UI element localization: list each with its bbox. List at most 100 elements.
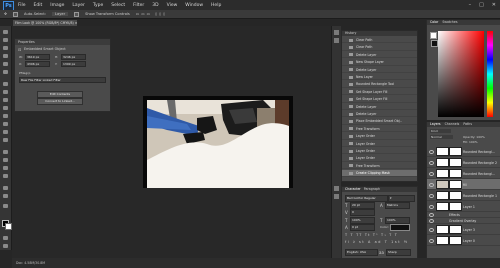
background-color-swatch[interactable] [5,223,12,230]
leading-field[interactable]: Metrics [385,202,410,209]
stamp-tool-icon[interactable] [3,98,8,102]
properties-panel-icon[interactable] [334,38,339,43]
visibility-eye-icon[interactable] [429,193,434,198]
convert-to-linked-button[interactable]: Convert to Linked... [37,98,83,105]
history-item[interactable]: Set Shape Layer Fill [342,96,417,103]
history-item[interactable]: Free Transform [342,126,417,133]
menu-filter[interactable]: Filter [133,3,144,8]
layer-select-dropdown[interactable]: Layer [52,12,69,16]
baseline-shift-field[interactable]: 0 pt [350,224,375,231]
fill-field[interactable]: Fill: 100% [463,140,478,144]
kerning-field[interactable]: 0 [350,209,375,216]
visibility-eye-icon[interactable] [429,213,434,217]
history-item[interactable]: New Shape Layer [342,59,417,66]
tab-color[interactable]: Color [430,20,438,25]
font-family-dropdown[interactable]: Bell Gothic Regular [345,195,388,202]
auto-select-checkbox[interactable] [13,11,19,17]
eraser-tool-icon[interactable] [3,114,8,118]
align-icons[interactable]: ▭▭▭ ▯▯▯ [136,12,167,16]
history-item[interactable]: Delete Layer [342,111,417,118]
edit-contents-button[interactable]: Edit Contents [37,91,83,98]
color-field[interactable] [438,31,484,117]
screen-mode-icon[interactable] [3,244,8,248]
h-field[interactable]: 3246 px [61,54,86,60]
menu-type[interactable]: Type [93,3,103,8]
gradient-tool-icon[interactable] [3,122,8,126]
tab-paths[interactable]: Paths [463,122,472,127]
layer-row[interactable]: Rounded Rectangl... [427,146,500,157]
show-transform-checkbox[interactable] [74,11,80,17]
menu-layer[interactable]: Layer [72,3,85,8]
lasso-tool-icon[interactable] [3,46,8,50]
color-foreground-swatch[interactable] [430,32,437,39]
visibility-eye-icon[interactable] [429,204,434,209]
tab-channels[interactable]: Channels [445,122,460,127]
quick-select-tool-icon[interactable] [3,54,8,58]
w-field[interactable]: 3619 px [25,54,50,60]
crop-tool-icon[interactable] [3,62,8,66]
history-item[interactable]: Create Clipping Mask [342,170,417,177]
menu-window[interactable]: Window [185,3,203,8]
history-item[interactable]: New Layer [342,74,417,81]
history-item[interactable]: Delete Layer [342,67,417,73]
menu-image[interactable]: Image [50,3,64,8]
tab-paragraph[interactable]: Paragraph [364,187,380,192]
type-tool-icon[interactable] [3,158,8,162]
tab-layers[interactable]: Layers [430,122,441,127]
brush-tool-icon[interactable] [3,90,8,94]
visibility-eye-icon[interactable] [429,182,434,187]
layer-row[interactable]: fill [427,179,500,190]
tab-character[interactable]: Character [345,187,361,192]
font-style-dropdown[interactable]: ▾ [388,195,415,202]
layer-row[interactable]: Rounded Rectangl... [427,168,500,179]
x-field[interactable]: 4306 px [25,61,50,67]
history-item[interactable]: Layer Order [342,141,417,147]
maximize-icon[interactable]: □ [479,2,484,8]
visibility-eye-icon[interactable] [429,219,434,223]
type-style-buttons[interactable]: T T TT Tt T¹ T₁ T T [345,233,398,237]
text-color-swatch[interactable] [390,224,410,231]
history-item[interactable]: Clear Path [342,44,417,51]
zoom-tool-icon[interactable] [3,194,8,198]
menu-select[interactable]: Select [111,3,125,8]
close-icon[interactable]: ✕ [492,2,496,8]
healing-tool-icon[interactable] [3,82,8,86]
history-item[interactable]: Clear Path [342,37,417,44]
opentype-buttons[interactable]: fi ∂ st A ad T 1st ½ [345,240,409,244]
path-select-tool-icon[interactable] [3,166,8,170]
font-size-field[interactable]: 20 pt [350,202,375,209]
file-dropdown[interactable]: Raw File Filter Linked Filter [19,77,106,83]
opacity-field[interactable]: Opacity: 100% [463,135,485,139]
visibility-eye-icon[interactable] [429,227,434,232]
history-item[interactable]: Set Shape Layer Fill [342,89,417,96]
blend-mode-dropdown[interactable]: Normal [430,135,453,139]
y-field[interactable]: 1399 px [61,61,86,67]
eyedropper-tool-icon[interactable] [3,70,8,74]
hue-slider[interactable] [487,31,493,117]
history-item[interactable]: Place Embedded Smart Obj.. [342,118,417,125]
horizontal-scale-field[interactable]: 100% [385,217,410,224]
language-dropdown[interactable]: English: USA [345,249,378,256]
history-panel-icon[interactable] [334,30,339,35]
antialias-dropdown[interactable]: Sharp [386,249,411,256]
history-item[interactable]: Delete Layer [342,104,417,110]
hand-tool-icon[interactable] [3,186,8,190]
history-item[interactable]: Layer Order [342,133,417,140]
layer-row[interactable]: Layer 0 [427,235,500,246]
visibility-eye-icon[interactable] [429,160,434,165]
visibility-eye-icon[interactable] [429,238,434,243]
tab-swatches[interactable]: Swatches [442,20,457,25]
menu-help[interactable]: Help [211,3,221,8]
menu-edit[interactable]: Edit [34,3,43,8]
layer-row[interactable]: Layer 1 [427,201,500,212]
layer-filter-dropdown[interactable]: Kind [430,129,451,133]
character-panel-icon[interactable] [334,186,339,191]
blur-tool-icon[interactable] [3,130,8,134]
history-brush-tool-icon[interactable] [3,106,8,110]
history-item[interactable]: Rounded Rectangle Tool [342,81,417,88]
menu-3d[interactable]: 3D [152,3,158,8]
layer-row[interactable]: Rounded Rectangle 2 [427,157,500,168]
more-tools-icon[interactable] [3,204,8,208]
move-tool-icon[interactable]: ✥ [4,12,7,16]
menu-file[interactable]: File [18,3,26,8]
